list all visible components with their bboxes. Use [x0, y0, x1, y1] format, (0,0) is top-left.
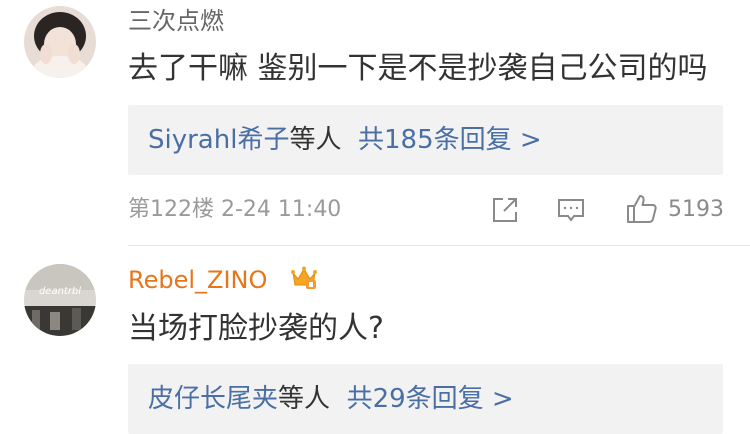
like-count: 5193 [668, 197, 724, 222]
floor-time: 第122楼 2-24 11:40 [128, 197, 342, 222]
reply-names[interactable]: Siyrahl希子 [148, 125, 289, 155]
comment-item-2: deantrbl Rebel_ZINO 当场打脸抄袭的人? 皮仔长尾夹等人 共2… [0, 246, 750, 434]
reply-names[interactable]: 皮仔长尾夹 [148, 384, 278, 414]
avatar-text: deantrbl [39, 286, 81, 297]
avatar[interactable]: deantrbl [24, 264, 96, 336]
reply-summary[interactable]: Siyrahl希子等人 共185条回复 > [128, 105, 723, 175]
share-icon[interactable] [490, 195, 520, 229]
reply-suffix: 等人 [289, 125, 342, 155]
crown-badge-icon [290, 265, 317, 289]
reply-count-link[interactable]: 共29条回复 > [347, 384, 514, 414]
username[interactable]: 三次点燃 [128, 7, 224, 35]
comment-text: 当场打脸抄袭的人? [128, 311, 384, 346]
comment-text: 去了干嘛 鉴别一下是不是抄袭自己公司的吗 [128, 51, 708, 86]
like-icon[interactable] [625, 192, 659, 230]
comment-icon[interactable] [556, 195, 586, 229]
username[interactable]: Rebel_ZINO [128, 266, 267, 294]
reply-count-link[interactable]: 共185条回复 > [358, 125, 542, 155]
reply-suffix: 等人 [278, 384, 331, 414]
comment-item-1: 三次点燃 去了干嘛 鉴别一下是不是抄袭自己公司的吗 Siyrahl希子等人 共1… [0, 0, 750, 245]
reply-summary[interactable]: 皮仔长尾夹等人 共29条回复 > [128, 364, 723, 434]
avatar[interactable] [24, 6, 96, 78]
